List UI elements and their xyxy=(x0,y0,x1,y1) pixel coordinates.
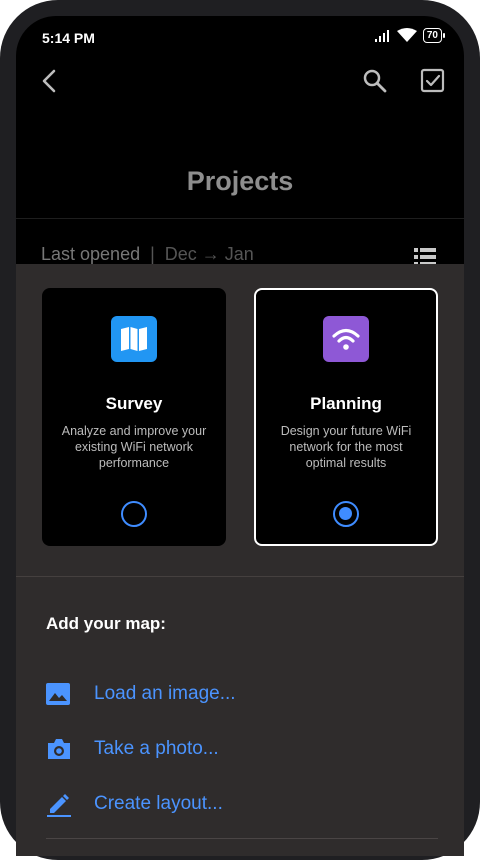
status-bar: 5:14 PM 70 xyxy=(16,16,464,60)
project-type-options: Survey Analyze and improve your existing… xyxy=(42,288,440,548)
app-screen: 5:14 PM 70 Projects Last opened | Dec → … xyxy=(16,16,464,856)
map-icon xyxy=(121,327,147,351)
date-range-label[interactable]: Dec → Jan xyxy=(165,244,254,264)
planning-card[interactable]: Planning Design your future WiFi network… xyxy=(254,288,438,546)
wifi-icon xyxy=(332,328,360,350)
filter-bar[interactable]: Last opened | Dec → Jan xyxy=(41,244,441,265)
survey-card[interactable]: Survey Analyze and improve your existing… xyxy=(42,288,226,546)
take-photo-action[interactable]: Take a photo... xyxy=(46,735,219,763)
status-icons: 70 xyxy=(374,28,446,43)
signal-icon xyxy=(374,29,389,42)
add-map-heading: Add your map: xyxy=(46,614,166,633)
create-layout-action[interactable]: Create layout... xyxy=(46,790,223,818)
phone-frame: 5:14 PM 70 Projects Last opened | Dec → … xyxy=(0,0,480,860)
image-icon xyxy=(46,680,76,708)
planning-title: Planning xyxy=(310,394,382,413)
planning-description: Design your future WiFi network for the … xyxy=(280,424,412,470)
new-project-sheet: Survey Analyze and improve your existing… xyxy=(16,264,464,856)
back-arrow-icon[interactable] xyxy=(38,68,62,94)
survey-radio[interactable] xyxy=(121,501,147,527)
header-divider xyxy=(16,218,464,219)
load-image-action[interactable]: Load an image... xyxy=(46,680,236,708)
sort-label[interactable]: Last opened xyxy=(41,244,140,264)
camera-icon xyxy=(46,735,76,763)
create-layout-label[interactable]: Create layout... xyxy=(94,793,223,815)
pencil-icon xyxy=(46,790,76,818)
toolbar xyxy=(16,66,464,106)
wifi-icon xyxy=(396,28,417,42)
survey-title: Survey xyxy=(105,394,163,413)
filter-separator: | xyxy=(150,244,155,264)
checkbox-icon[interactable] xyxy=(420,68,446,94)
take-photo-label[interactable]: Take a photo... xyxy=(94,738,219,760)
survey-description: Analyze and improve your existing WiFi n… xyxy=(61,424,207,470)
planning-radio[interactable] xyxy=(333,501,359,527)
search-icon[interactable] xyxy=(362,68,388,94)
radio-selected-dot xyxy=(339,507,352,520)
sheet-divider xyxy=(16,576,464,577)
planning-tile xyxy=(323,316,369,362)
bottom-divider xyxy=(46,838,438,839)
page-title: Projects xyxy=(186,166,294,196)
battery-icon: 70 xyxy=(422,28,446,43)
status-time: 5:14 PM xyxy=(42,30,95,46)
survey-tile xyxy=(111,316,157,362)
load-image-label[interactable]: Load an image... xyxy=(94,683,236,705)
